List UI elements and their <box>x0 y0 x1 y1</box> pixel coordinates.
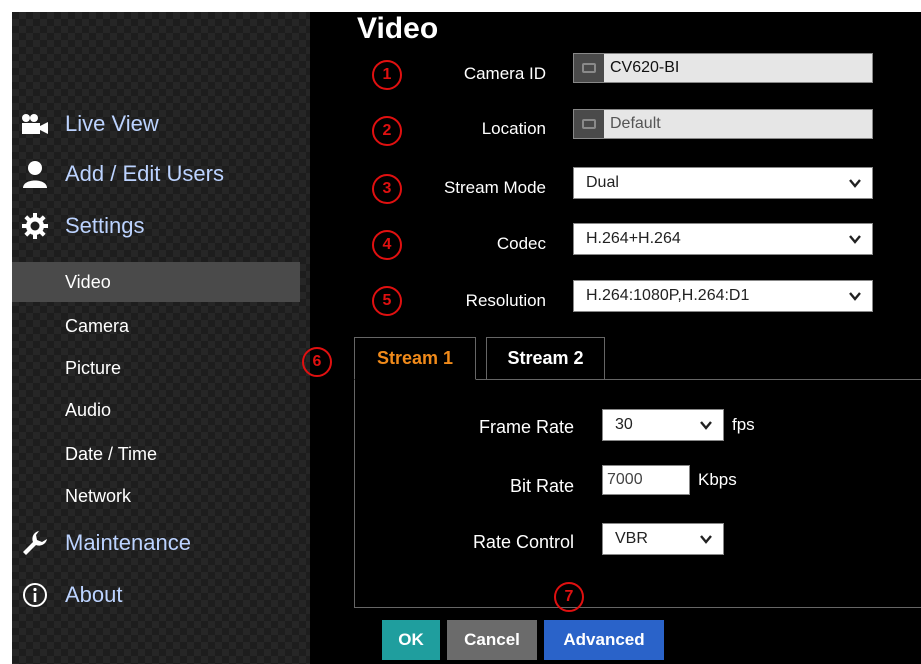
bit-rate-label: Bit Rate <box>509 476 574 496</box>
callout-marker-4: 4 <box>372 230 402 260</box>
sidebar-item-label: Camera <box>65 315 130 336</box>
bit-rate-unit: Kbps <box>698 470 737 489</box>
frame-rate-label: Frame Rate <box>478 417 574 437</box>
sidebar: Live View Add / Edit Users Settings Vide… <box>12 12 310 664</box>
frame-rate-select[interactable]: 30 <box>602 409 724 441</box>
sidebar-item-video[interactable]: Video <box>12 262 300 302</box>
lock-icon <box>574 54 604 82</box>
callout-marker-7: 7 <box>554 582 584 612</box>
callout-marker-3: 3 <box>372 174 402 204</box>
chevron-down-icon <box>849 235 861 244</box>
sidebar-item-camera[interactable]: Camera <box>12 306 300 346</box>
location-field[interactable]: Default <box>573 109 873 139</box>
nav-item-label: Live View <box>65 111 159 136</box>
app-frame: Live View Add / Edit Users Settings Vide… <box>0 0 921 664</box>
codec-value: H.264+H.264 <box>586 230 681 247</box>
chevron-down-icon <box>849 179 861 188</box>
nav-item-add-edit-users[interactable]: Add / Edit Users <box>12 154 310 194</box>
tab-stream-2[interactable]: Stream 2 <box>486 337 605 380</box>
lock-icon <box>574 110 604 138</box>
chevron-down-icon <box>849 292 861 301</box>
resolution-label: Resolution <box>465 291 546 310</box>
location-label: Location <box>481 119 546 138</box>
ok-button[interactable]: OK <box>382 620 440 660</box>
camera-id-field[interactable]: CV620-BI <box>573 53 873 83</box>
nav-item-live-view[interactable]: Live View <box>12 104 310 144</box>
frame-rate-value: 30 <box>615 416 633 433</box>
rate-control-select[interactable]: VBR <box>602 523 724 555</box>
location-value: Default <box>610 115 661 132</box>
sidebar-item-label: Video <box>65 271 111 292</box>
codec-label: Codec <box>496 234 546 253</box>
stream-mode-select[interactable]: Dual <box>573 167 873 199</box>
stream-mode-label: Stream Mode <box>443 178 546 197</box>
video-camera-icon <box>18 109 52 139</box>
resolution-value: H.264:1080P,H.264:D1 <box>586 287 750 304</box>
advanced-button[interactable]: Advanced <box>544 620 664 660</box>
callout-marker-1: 1 <box>372 60 402 90</box>
camera-id-label: Camera ID <box>463 64 546 83</box>
nav-item-label: About <box>65 582 123 607</box>
frame-rate-unit: fps <box>732 415 755 434</box>
wrench-icon <box>18 528 52 558</box>
sidebar-item-date-time[interactable]: Date / Time <box>12 434 300 474</box>
camera-id-value: CV620-BI <box>610 59 680 76</box>
bit-rate-input[interactable]: 7000 <box>602 465 690 495</box>
bit-rate-value: 7000 <box>607 471 643 488</box>
nav-item-maintenance[interactable]: Maintenance <box>12 523 310 563</box>
nav-item-label: Maintenance <box>65 530 191 555</box>
chevron-down-icon <box>700 535 712 544</box>
nav-item-label: Add / Edit Users <box>65 161 224 186</box>
sidebar-item-label: Audio <box>65 399 112 420</box>
callout-marker-5: 5 <box>372 286 402 316</box>
sidebar-item-network[interactable]: Network <box>12 476 300 516</box>
sidebar-item-label: Network <box>65 485 132 506</box>
callout-marker-2: 2 <box>372 116 402 146</box>
callout-marker-6: 6 <box>302 347 332 377</box>
resolution-select[interactable]: H.264:1080P,H.264:D1 <box>573 280 873 312</box>
user-icon <box>18 159 52 189</box>
tab-stream-1[interactable]: Stream 1 <box>354 337 476 380</box>
info-icon <box>18 580 52 610</box>
sidebar-item-label: Date / Time <box>65 443 158 464</box>
rate-control-label: Rate Control <box>472 532 574 552</box>
page-title: Video <box>357 12 439 45</box>
cancel-button[interactable]: Cancel <box>447 620 537 660</box>
main-panel: Video 1 Camera ID CV620-BI 2 Location De… <box>302 12 921 664</box>
chevron-down-icon <box>700 421 712 430</box>
sidebar-item-audio[interactable]: Audio <box>12 390 300 430</box>
stream-mode-value: Dual <box>586 174 619 191</box>
sidebar-item-label: Picture <box>65 357 122 378</box>
sidebar-item-picture[interactable]: Picture <box>12 348 300 388</box>
nav-item-settings[interactable]: Settings <box>12 206 310 246</box>
nav-item-label: Settings <box>65 213 145 238</box>
gear-icon <box>18 211 52 241</box>
codec-select[interactable]: H.264+H.264 <box>573 223 873 255</box>
nav-item-about[interactable]: About <box>12 575 310 615</box>
rate-control-value: VBR <box>615 530 648 547</box>
